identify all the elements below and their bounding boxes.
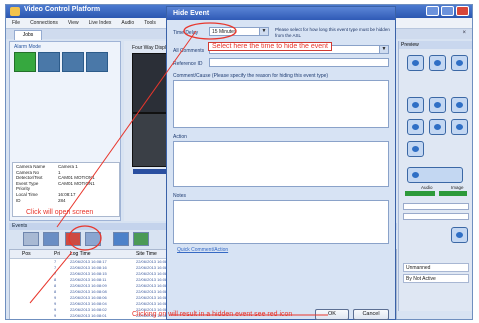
pointer-line	[56, 30, 197, 228]
callout-select-time: Select here the time to hide the event	[208, 42, 332, 51]
highlight-ellipse	[68, 225, 102, 251]
callout-click-result: Clicking on will result in a hidden even…	[132, 311, 293, 318]
pointer-line	[29, 251, 73, 304]
callout-click-open: Click will open screen	[26, 209, 94, 216]
